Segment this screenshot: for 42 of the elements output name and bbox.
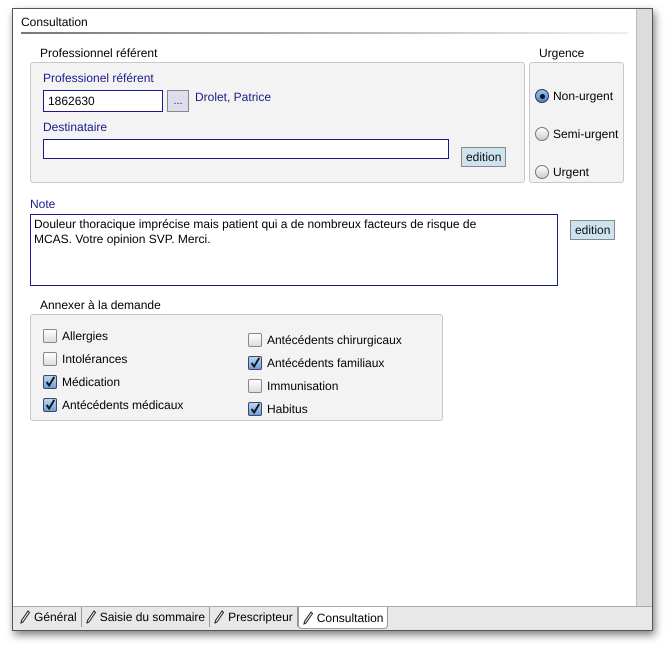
field-label: Destinataire bbox=[43, 120, 108, 134]
pencil-icon bbox=[86, 610, 96, 624]
group-legend: Urgence bbox=[539, 44, 584, 62]
pencil-icon bbox=[20, 610, 30, 624]
radio-button[interactable] bbox=[535, 89, 549, 103]
field-label: Note bbox=[30, 197, 56, 211]
checkbox-label: Antécédents chirurgicaux bbox=[267, 332, 402, 348]
note-field[interactable]: Douleur thoracique imprécise mais patient qui a de nombreux facteurs de risque de MCAS. Votre opinion SVP. Merci. bbox=[30, 214, 558, 286]
checkbox-label: Antécédents familiaux bbox=[267, 354, 384, 372]
checkbox-label: Antécédents médicaux bbox=[62, 396, 184, 414]
checkbox[interactable] bbox=[248, 356, 262, 370]
checkbox-label: Immunisation bbox=[267, 378, 338, 394]
radio-button[interactable] bbox=[535, 165, 549, 179]
checkbox[interactable] bbox=[43, 328, 57, 342]
radio-button[interactable] bbox=[535, 127, 549, 141]
edition-button[interactable]: edition bbox=[461, 147, 506, 167]
scrollbar-track[interactable] bbox=[636, 9, 652, 606]
radio-label: Urgent bbox=[553, 164, 590, 181]
recipient-field[interactable] bbox=[43, 139, 449, 159]
edition-button[interactable]: edition bbox=[570, 220, 616, 240]
checkbox-label: Habitus bbox=[267, 400, 308, 418]
section-title: Consultation bbox=[21, 14, 88, 31]
pencil-icon bbox=[302, 610, 313, 624]
checkbox[interactable] bbox=[43, 374, 57, 388]
checkbox-label: Allergies bbox=[62, 328, 108, 344]
id-field[interactable]: 1862630 bbox=[43, 90, 163, 112]
checkbox[interactable] bbox=[248, 332, 262, 346]
radio-label: Non-urgent bbox=[553, 88, 614, 105]
checkbox[interactable] bbox=[43, 352, 57, 366]
checkbox[interactable] bbox=[248, 378, 262, 392]
checkbox[interactable] bbox=[43, 398, 57, 412]
checkbox[interactable] bbox=[248, 402, 262, 416]
pencil-icon bbox=[214, 610, 224, 624]
checkbox-label: Intolérances bbox=[62, 350, 128, 368]
group-legend: Annexer à la demande bbox=[40, 296, 161, 314]
field-label: Professionel référent bbox=[43, 71, 154, 85]
checkbox-label: Médication bbox=[62, 374, 120, 390]
tab[interactable]: Consultation bbox=[298, 607, 388, 629]
radio-label: Semi-urgent bbox=[553, 126, 618, 143]
browse-button[interactable]: ... bbox=[167, 90, 189, 112]
group-legend: Professionnel référent bbox=[40, 44, 158, 62]
referent-name: Drolet, Patrice bbox=[195, 89, 272, 106]
